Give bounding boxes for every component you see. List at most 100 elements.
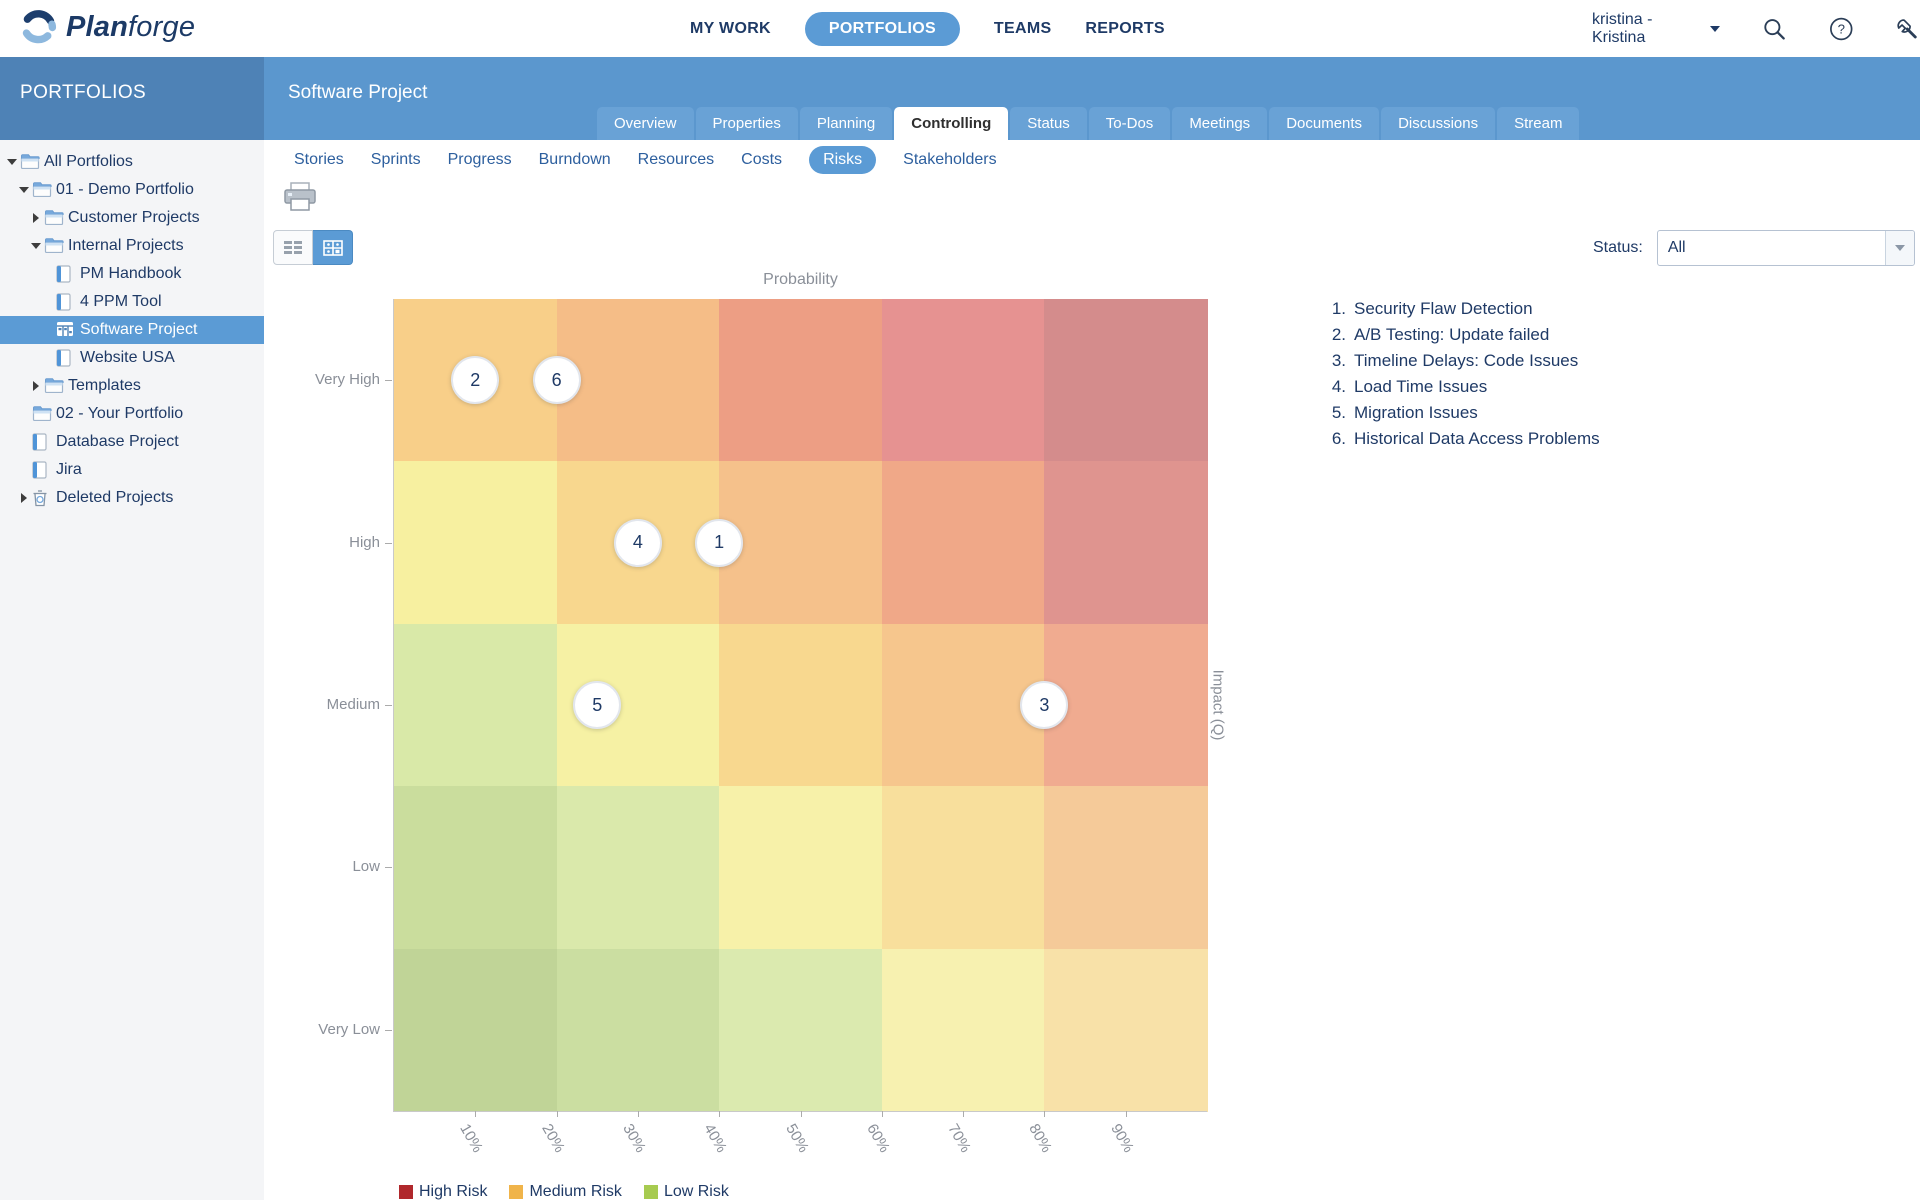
list-view-button[interactable] — [273, 230, 313, 265]
tree-item-website-usa[interactable]: Website USA — [0, 344, 264, 372]
risk-list-item-5[interactable]: 5.Migration Issues — [1322, 400, 1600, 426]
risk-bubble-5[interactable]: 5 — [573, 681, 621, 729]
risk-bubble-4[interactable]: 4 — [614, 519, 662, 567]
planforge-logo-icon — [20, 9, 57, 46]
risk-list-number: 1. — [1322, 296, 1346, 322]
tab-stream[interactable]: Stream — [1497, 107, 1579, 140]
tree-item-all-portfolios[interactable]: All Portfolios — [0, 148, 264, 176]
x-axis-label-20: 20% — [538, 1121, 568, 1156]
status-select[interactable]: All — [1657, 230, 1915, 266]
tree-item-02-your-portfolio[interactable]: 02 - Your Portfolio — [0, 400, 264, 428]
legend-item-medium-risk: Medium Risk — [509, 1183, 621, 1200]
tree-item-label: All Portfolios — [44, 153, 133, 171]
tab-meetings[interactable]: Meetings — [1172, 107, 1267, 140]
tree-item-jira[interactable]: Jira — [0, 456, 264, 484]
folder-icon — [32, 181, 52, 199]
subtab-stories[interactable]: Stories — [294, 146, 344, 174]
tree-item-01-demo-portfolio[interactable]: 01 - Demo Portfolio — [0, 176, 264, 204]
status-label: Status: — [1593, 239, 1643, 257]
tab-status[interactable]: Status — [1010, 107, 1087, 140]
risk-list: 1. Security Flaw Detection2.A/B Testing: … — [1322, 296, 1600, 452]
print-button[interactable] — [283, 182, 317, 212]
subtab-burndown[interactable]: Burndown — [539, 146, 611, 174]
tree-item-templates[interactable]: Templates — [0, 372, 264, 400]
y-axis-label-very-low: Very Low — [300, 1021, 380, 1038]
risk-list-number: 5. — [1322, 400, 1346, 426]
matrix-cell-high-c4 — [882, 461, 1046, 624]
tab-documents[interactable]: Documents — [1269, 107, 1379, 140]
tree-item-label: Software Project — [80, 321, 197, 339]
matrix-cell-high-c5 — [1044, 461, 1208, 624]
trash-icon — [32, 489, 52, 507]
subtab-costs[interactable]: Costs — [741, 146, 782, 174]
risk-list-number: 6. — [1322, 426, 1346, 452]
risk-list-item-3[interactable]: 3.Timeline Delays: Code Issues — [1322, 348, 1600, 374]
tree-collapsed-arrow-icon[interactable] — [19, 493, 29, 503]
tab-properties[interactable]: Properties — [696, 107, 798, 140]
matrix-cell-low-c4 — [882, 786, 1046, 949]
matrix-cell-very-high-c2 — [557, 299, 721, 462]
sidebar-header-band: PORTFOLIOS — [0, 57, 264, 140]
subtab-progress[interactable]: Progress — [448, 146, 512, 174]
tab-controlling[interactable]: Controlling — [894, 107, 1008, 140]
nav-item-my-work[interactable]: MY WORK — [690, 20, 771, 38]
nav-item-teams[interactable]: TEAMS — [994, 20, 1052, 38]
tree-expanded-arrow-icon[interactable] — [7, 159, 17, 165]
tree-item-database-project[interactable]: Database Project — [0, 428, 264, 456]
risk-bubble-6[interactable]: 6 — [533, 356, 581, 404]
matrix-cell-very-low-c5 — [1044, 949, 1208, 1112]
risk-list-item-2[interactable]: 2.A/B Testing: Update failed — [1322, 322, 1600, 348]
risk-list-number: 2. — [1322, 322, 1346, 348]
x-axis-tick — [882, 1111, 883, 1117]
risk-list-item-1[interactable]: 1. Security Flaw Detection — [1322, 296, 1600, 322]
tree-item-software-project[interactable]: Software Project — [0, 316, 264, 344]
tab-planning[interactable]: Planning — [800, 107, 892, 140]
x-axis-label-90: 90% — [1107, 1121, 1137, 1156]
nav-item-reports[interactable]: REPORTS — [1085, 20, 1164, 38]
matrix-cell-low-c5 — [1044, 786, 1208, 949]
tab-overview[interactable]: Overview — [597, 107, 694, 140]
list-view-icon — [283, 240, 303, 256]
page-title: Software Project — [288, 82, 427, 104]
wrench-icon[interactable] — [1895, 16, 1920, 42]
risk-list-item-6[interactable]: 6.Historical Data Access Problems — [1322, 426, 1600, 452]
tree-collapsed-arrow-icon[interactable] — [31, 213, 41, 223]
user-menu[interactable]: kristina - Kristina — [1592, 11, 1720, 47]
matrix-cell-medium-c1 — [394, 624, 558, 787]
tree-item-label: Templates — [68, 377, 141, 395]
planforge-logo[interactable]: Planforge — [20, 9, 195, 46]
portfolio-tree: All Portfolios 01 - Demo Portfolio Custome… — [0, 148, 264, 512]
risk-list-label: Security Flaw Detection — [1354, 296, 1533, 322]
risk-list-label: Timeline Delays: Code Issues — [1354, 348, 1578, 374]
tree-item-label: Customer Projects — [68, 209, 200, 227]
legend-swatch-low-risk — [644, 1185, 658, 1199]
tree-item-pm-handbook[interactable]: PM Handbook — [0, 260, 264, 288]
search-icon[interactable] — [1762, 16, 1787, 42]
status-select-button[interactable] — [1885, 231, 1914, 265]
tab-to-dos[interactable]: To-Dos — [1089, 107, 1171, 140]
subtab-sprints[interactable]: Sprints — [371, 146, 421, 174]
help-icon[interactable]: ? — [1829, 16, 1854, 42]
tree-collapsed-arrow-icon[interactable] — [31, 381, 41, 391]
matrix-cell-medium-c5 — [1044, 624, 1208, 787]
subtab-stakeholders[interactable]: Stakeholders — [903, 146, 996, 174]
x-axis-label-10: 10% — [457, 1121, 487, 1156]
tab-discussions[interactable]: Discussions — [1381, 107, 1495, 140]
tab-bar: OverviewPropertiesPlanningControllingSta… — [597, 107, 1579, 140]
x-axis-tick — [557, 1111, 558, 1117]
subtab-risks[interactable]: Risks — [809, 146, 876, 174]
risk-bubble-1[interactable]: 1 — [695, 519, 743, 567]
y-axis-tick — [385, 380, 392, 381]
matrix-view-button[interactable] — [313, 230, 353, 265]
x-axis-tick — [719, 1111, 720, 1117]
risk-list-item-4[interactable]: 4.Load Time Issues — [1322, 374, 1600, 400]
tree-item-customer-projects[interactable]: Customer Projects — [0, 204, 264, 232]
nav-item-portfolios[interactable]: PORTFOLIOS — [805, 12, 960, 46]
tree-expanded-arrow-icon[interactable] — [31, 243, 41, 249]
tree-item-internal-projects[interactable]: Internal Projects — [0, 232, 264, 260]
project-icon — [56, 265, 76, 283]
tree-expanded-arrow-icon[interactable] — [19, 187, 29, 193]
tree-item-deleted-projects[interactable]: Deleted Projects — [0, 484, 264, 512]
tree-item-4-ppm-tool[interactable]: 4 PPM Tool — [0, 288, 264, 316]
subtab-resources[interactable]: Resources — [638, 146, 714, 174]
